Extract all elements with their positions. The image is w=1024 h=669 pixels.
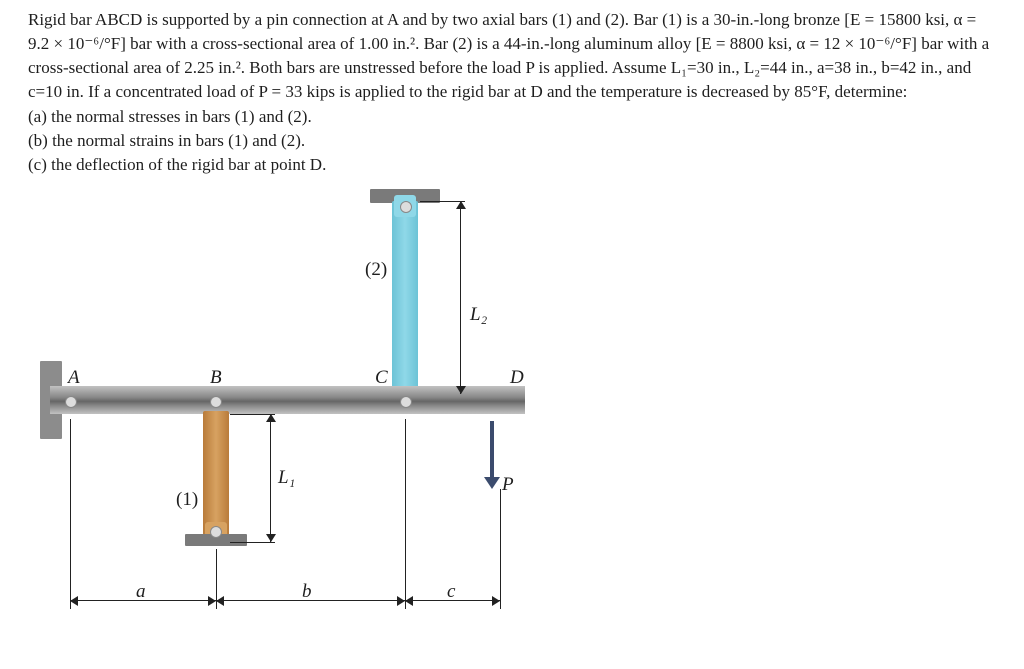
pin-b xyxy=(210,396,222,408)
label-b: B xyxy=(210,367,222,389)
load-p-arrow xyxy=(490,421,494,479)
ext-l2-top xyxy=(420,201,465,202)
label-c: C xyxy=(375,367,388,389)
ext-l1-top xyxy=(230,414,275,415)
bar-2-aluminum xyxy=(392,201,418,393)
dim-l2 xyxy=(460,201,461,394)
problem-part-a: (a) the normal stresses in bars (1) and … xyxy=(28,105,996,129)
ext-c-left xyxy=(405,419,406,609)
label-l2: L₂ xyxy=(470,304,487,326)
pin-c xyxy=(400,396,412,408)
structural-diagram: A B C D P (2) (1) L₂ L₁ a b c xyxy=(20,189,560,669)
ext-a-left xyxy=(70,419,71,609)
label-a-dim: a xyxy=(136,581,146,603)
label-l1: L₁ xyxy=(278,467,295,489)
bar-1-bronze xyxy=(203,411,229,536)
problem-statement: Rigid bar ABCD is supported by a pin con… xyxy=(0,0,1024,177)
label-bar2: (2) xyxy=(365,259,387,281)
label-b-dim: b xyxy=(302,581,312,603)
problem-main: Rigid bar ABCD is supported by a pin con… xyxy=(28,8,996,105)
dim-l1 xyxy=(270,414,271,542)
problem-part-b: (b) the normal strains in bars (1) and (… xyxy=(28,129,996,153)
label-bar1: (1) xyxy=(176,489,198,511)
rigid-bar-abcd xyxy=(50,386,525,414)
label-d: D xyxy=(510,367,524,389)
ext-c-right xyxy=(500,489,501,609)
label-c-dim: c xyxy=(447,581,455,603)
label-a: A xyxy=(68,367,80,389)
problem-part-c: (c) the deflection of the rigid bar at p… xyxy=(28,153,996,177)
pin-bar1-bottom xyxy=(210,526,222,538)
label-p: P xyxy=(502,474,514,496)
pin-a xyxy=(65,396,77,408)
ext-l1-bot xyxy=(230,542,275,543)
pin-bar2-top xyxy=(400,201,412,213)
